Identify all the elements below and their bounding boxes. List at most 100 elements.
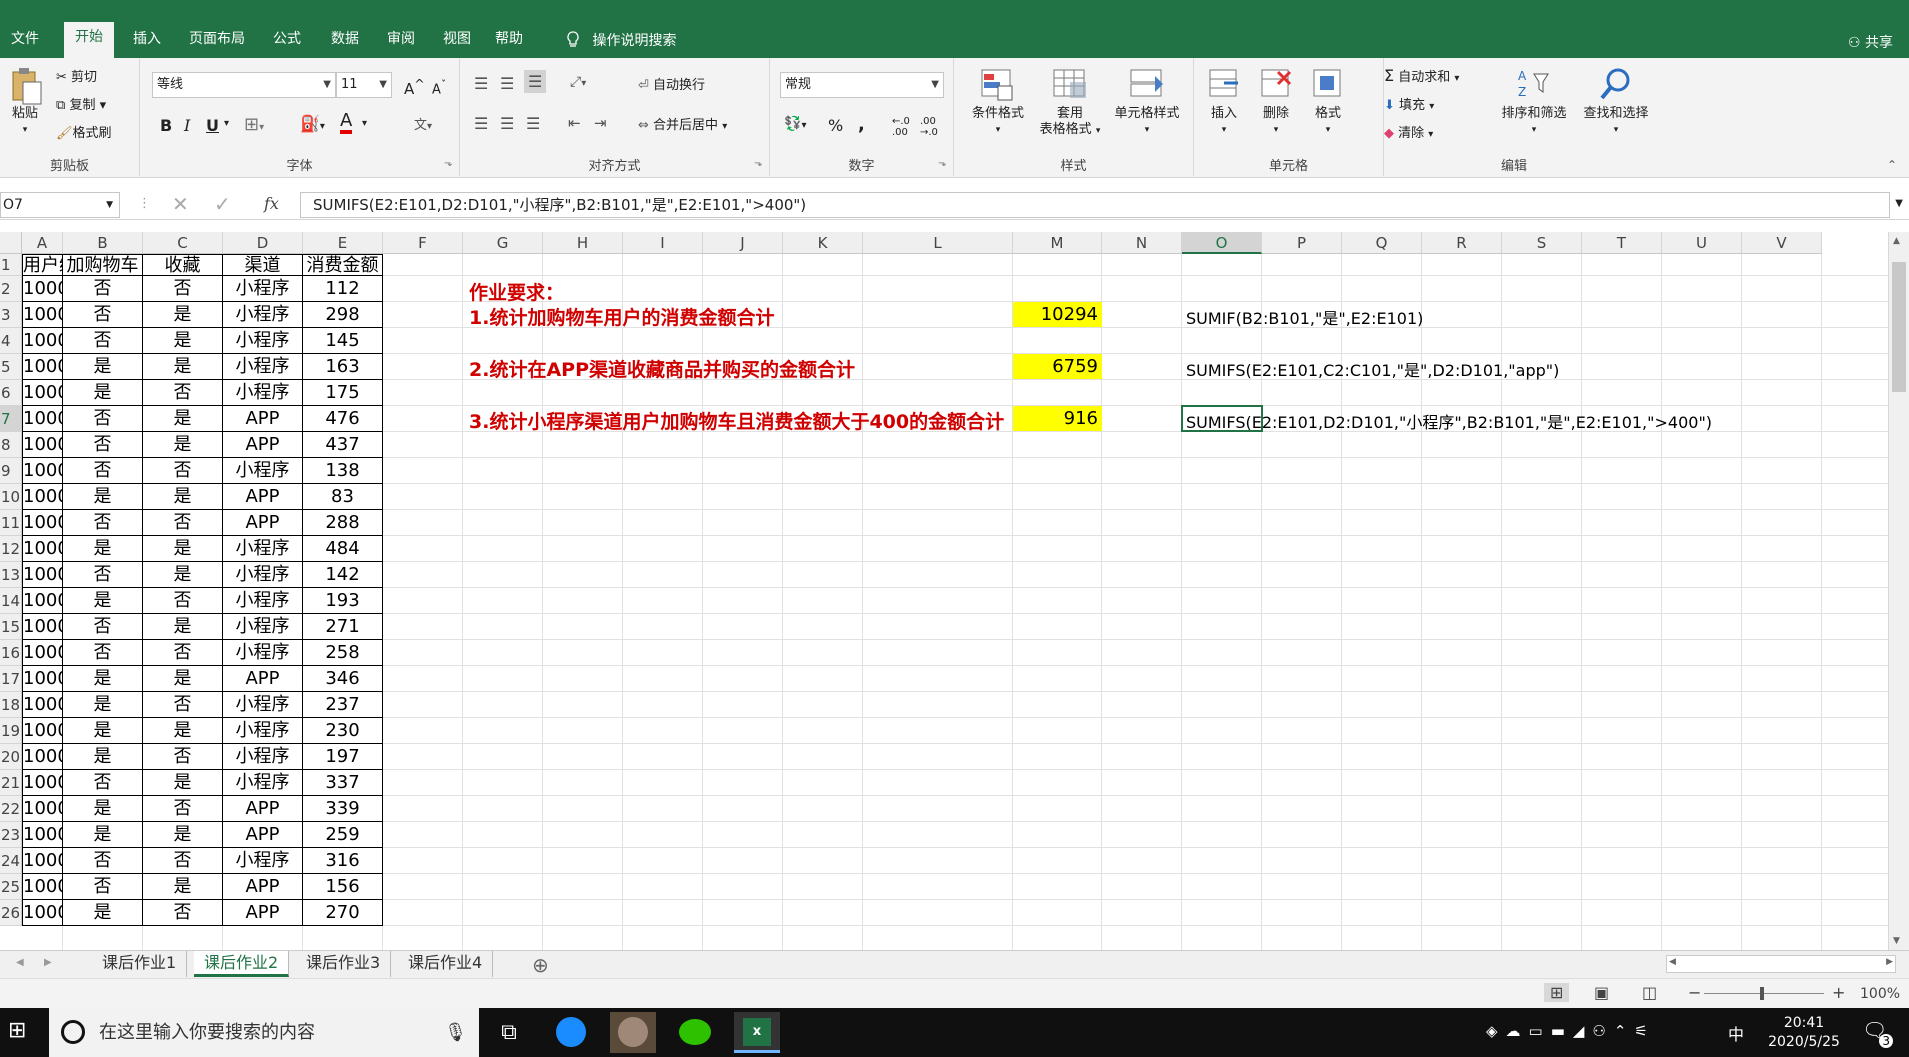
- column-header-i[interactable]: I: [623, 232, 703, 254]
- data-cell[interactable]: 197: [303, 744, 383, 770]
- taskbar-app-wechat[interactable]: [672, 1012, 718, 1053]
- column-header-b[interactable]: B: [63, 232, 143, 254]
- data-cell[interactable]: 否: [63, 458, 143, 484]
- data-cell[interactable]: 437: [303, 432, 383, 458]
- data-cell[interactable]: 是: [143, 484, 223, 510]
- format-as-table-button[interactable]: 套用 表格格式 ▾: [1030, 66, 1110, 139]
- collapse-ribbon-button[interactable]: ⌃: [1887, 158, 1897, 172]
- data-cell[interactable]: 否: [143, 458, 223, 484]
- data-cell[interactable]: 是: [63, 822, 143, 848]
- insert-function-button[interactable]: fx: [264, 194, 279, 213]
- scroll-left-icon[interactable]: ◀: [1669, 957, 1676, 967]
- row-header-6[interactable]: 6: [0, 380, 22, 406]
- row-header-20[interactable]: 20: [0, 744, 22, 770]
- data-cell[interactable]: 是: [63, 744, 143, 770]
- data-cell[interactable]: 小程序: [223, 562, 303, 588]
- decrease-decimal-button[interactable]: .00 →.0: [920, 116, 938, 138]
- data-cell[interactable]: 175: [303, 380, 383, 406]
- data-cell[interactable]: 100010: [22, 510, 63, 536]
- data-cell[interactable]: 100009: [22, 484, 63, 510]
- column-header-g[interactable]: G: [463, 232, 543, 254]
- column-header-h[interactable]: H: [543, 232, 623, 254]
- accounting-format-button[interactable]: 💱▾: [784, 116, 806, 132]
- cut-button[interactable]: ✂ 剪切: [56, 66, 97, 85]
- row-header-12[interactable]: 12: [0, 536, 22, 562]
- data-cell[interactable]: 否: [143, 744, 223, 770]
- copy-button[interactable]: ⧉ 复制 ▾: [56, 94, 106, 113]
- header-cell[interactable]: 加购物车: [63, 254, 143, 276]
- row-header-18[interactable]: 18: [0, 692, 22, 718]
- data-cell[interactable]: 100006: [22, 406, 63, 432]
- row-header-21[interactable]: 21: [0, 770, 22, 796]
- data-cell[interactable]: 100002: [22, 302, 63, 328]
- data-cell[interactable]: APP: [223, 666, 303, 692]
- grow-font-button[interactable]: A^: [404, 76, 425, 98]
- data-cell[interactable]: 112: [303, 276, 383, 302]
- sheet-tab-2[interactable]: 课后作业2: [194, 951, 290, 977]
- data-cell[interactable]: APP: [223, 432, 303, 458]
- data-cell[interactable]: 288: [303, 510, 383, 536]
- vertical-scrollbar[interactable]: ▲ ▼: [1888, 232, 1909, 950]
- row-header-16[interactable]: 16: [0, 640, 22, 666]
- format-painter-button[interactable]: 🖌格式刷: [56, 122, 112, 141]
- increase-decimal-button[interactable]: ←.0.00: [892, 116, 910, 138]
- column-header-d[interactable]: D: [223, 232, 303, 254]
- data-cell[interactable]: 259: [303, 822, 383, 848]
- font-size-select[interactable]: 11 ▼: [336, 72, 392, 98]
- data-cell[interactable]: 是: [63, 484, 143, 510]
- data-cell[interactable]: 是: [143, 718, 223, 744]
- data-cell[interactable]: 否: [143, 900, 223, 926]
- scroll-right-icon[interactable]: ▶: [1886, 957, 1893, 967]
- worksheet-grid[interactable]: ABCDEFGHIJKLMNOPQRSTUV 1 2 3 4 5 6 7 8 9 10 11 12 13…: [0, 232, 1888, 950]
- row-header-9[interactable]: 9: [0, 458, 22, 484]
- tab-1[interactable]: 开始: [64, 22, 114, 58]
- taskbar-app-browser[interactable]: [548, 1012, 594, 1053]
- clock[interactable]: 20:41 2020/5/25: [1764, 1014, 1844, 1052]
- task-formula-1[interactable]: SUMIF(B2:B101,"是",E2:E101): [1186, 305, 1423, 329]
- data-cell[interactable]: 是: [143, 302, 223, 328]
- data-cell[interactable]: 小程序: [223, 848, 303, 874]
- formula-input[interactable]: SUMIFS(E2:E101,D2:D101,"小程序",B2:B101,"是"…: [300, 192, 1890, 218]
- align-right-button[interactable]: ☰: [526, 114, 540, 133]
- data-cell[interactable]: 是: [143, 562, 223, 588]
- column-header-a[interactable]: A: [22, 232, 63, 254]
- clear-button[interactable]: ◆ 清除 ▾: [1384, 122, 1433, 141]
- data-cell[interactable]: 100017: [22, 692, 63, 718]
- tab-3[interactable]: 页面布局: [178, 28, 256, 58]
- task-answer-2[interactable]: 6759: [1013, 354, 1102, 379]
- row-header-24[interactable]: 24: [0, 848, 22, 874]
- column-header-o[interactable]: O: [1182, 232, 1262, 254]
- data-cell[interactable]: 100004: [22, 354, 63, 380]
- data-cell[interactable]: 100018: [22, 718, 63, 744]
- data-cell[interactable]: 193: [303, 588, 383, 614]
- column-header-r[interactable]: R: [1422, 232, 1502, 254]
- windows-start-button[interactable]: ⊞: [8, 1018, 26, 1043]
- data-cell[interactable]: 否: [63, 276, 143, 302]
- autosum-button[interactable]: Σ 自动求和 ▾: [1384, 66, 1459, 85]
- share-button[interactable]: ⚇ 共享: [1848, 32, 1893, 52]
- font-name-select[interactable]: 等线 ▼: [152, 72, 336, 98]
- expand-formula-button[interactable]: ▼: [1895, 198, 1903, 209]
- data-cell[interactable]: 否: [63, 302, 143, 328]
- zoom-level[interactable]: 100%: [1860, 986, 1900, 1002]
- row-header-17[interactable]: 17: [0, 666, 22, 692]
- column-header-k[interactable]: K: [783, 232, 863, 254]
- data-cell[interactable]: 否: [63, 614, 143, 640]
- column-header-l[interactable]: L: [863, 232, 1013, 254]
- data-cell[interactable]: 是: [143, 406, 223, 432]
- border-button[interactable]: ⊞▾: [244, 114, 264, 135]
- font-color-button[interactable]: A: [340, 112, 353, 134]
- align-left-button[interactable]: ☰: [474, 114, 488, 133]
- number-format-select[interactable]: 常规 ▼: [780, 72, 944, 98]
- data-cell[interactable]: 否: [63, 510, 143, 536]
- column-header-j[interactable]: J: [703, 232, 783, 254]
- data-cell[interactable]: 否: [63, 406, 143, 432]
- row-header-11[interactable]: 11: [0, 510, 22, 536]
- bold-button[interactable]: B: [160, 116, 172, 135]
- header-cell[interactable]: 用户编号: [22, 254, 63, 276]
- data-cell[interactable]: 145: [303, 328, 383, 354]
- data-cell[interactable]: 是: [143, 874, 223, 900]
- prev-sheet-icon[interactable]: ◀: [16, 957, 24, 968]
- select-all-button[interactable]: [0, 232, 22, 254]
- data-cell[interactable]: 100021: [22, 796, 63, 822]
